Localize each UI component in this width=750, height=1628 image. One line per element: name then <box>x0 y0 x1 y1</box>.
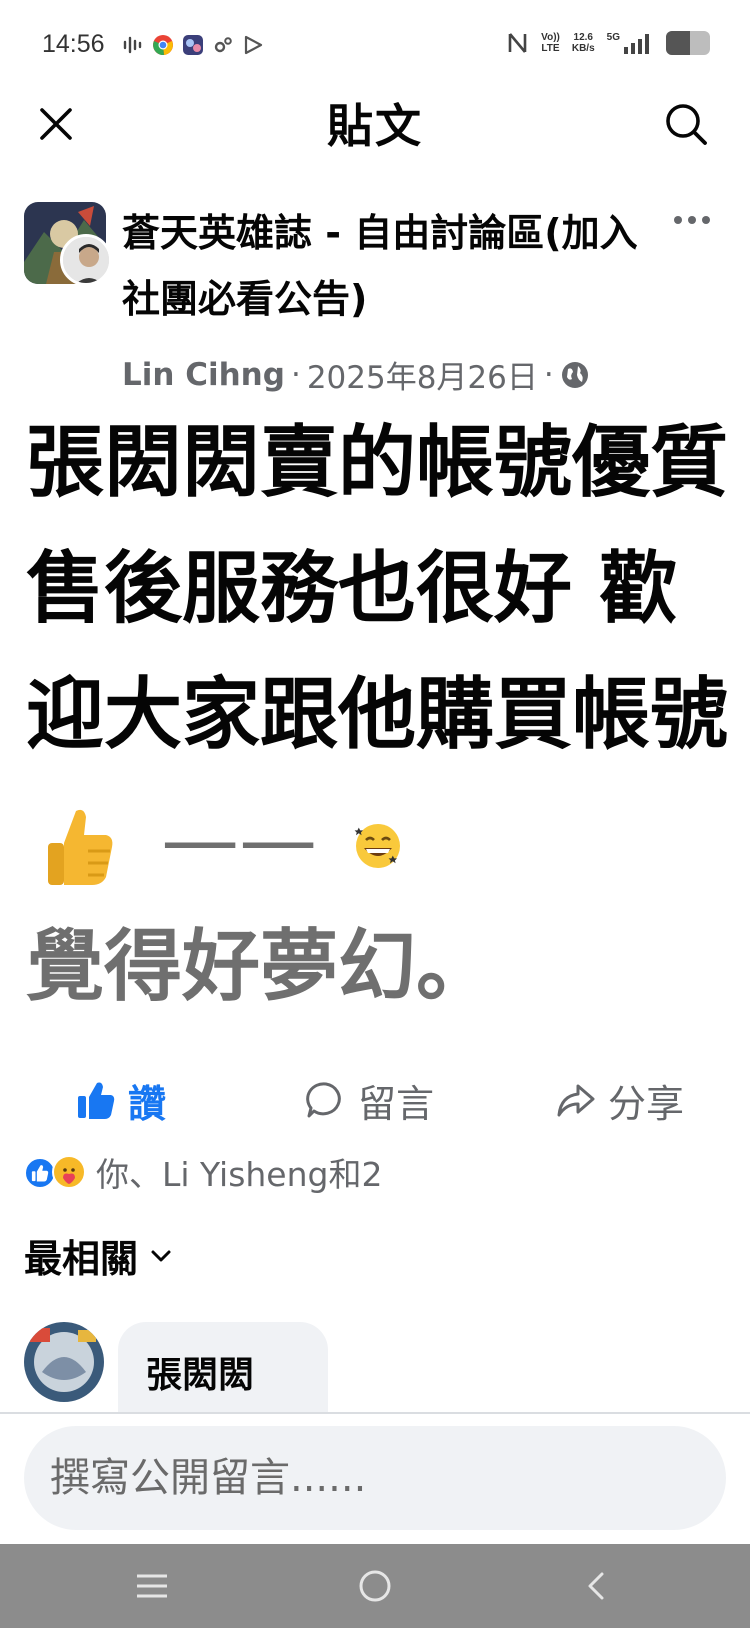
network-speed-unit: KB/s <box>571 43 595 54</box>
reaction-summary-text: 你、Li Yisheng和2 <box>96 1155 383 1194</box>
author-name-link[interactable]: Lin Cihng <box>122 357 285 393</box>
share-arrow-icon <box>557 1084 595 1117</box>
care-reaction-icon <box>52 1155 86 1189</box>
search-icon <box>666 104 707 145</box>
page-title: 貼文 <box>327 99 423 153</box>
thumbs-up-icon <box>31 1165 49 1182</box>
recent-apps-button[interactable] <box>128 1562 176 1610</box>
comment-input[interactable] <box>24 1426 726 1530</box>
comment-button[interactable]: 留言 <box>306 1066 434 1134</box>
volte-top-text: Vo)) <box>541 32 560 43</box>
care-face-icon <box>63 1168 75 1184</box>
chevron-down-icon <box>151 1250 171 1261</box>
back-button[interactable] <box>572 1562 620 1610</box>
group-name-link[interactable]: 蒼天英雄誌 - 自由討論區(加入社團必看公告) <box>122 200 642 332</box>
post-actions: 讚 留言 分享 <box>0 1066 750 1134</box>
network-speed: 12.6 KB/s <box>572 32 595 54</box>
more-dot-icon <box>688 216 696 224</box>
battery-icon <box>666 31 710 55</box>
volte-bottom-text: LTE <box>541 43 560 54</box>
status-time: 14:56 <box>42 30 105 58</box>
menu-lines-icon <box>137 1574 167 1598</box>
sort-label: 最相關 <box>24 1237 139 1281</box>
group-avatar-stack[interactable] <box>24 202 112 288</box>
voice-wave-icon <box>123 36 142 54</box>
comment-sort-dropdown[interactable]: 最相關 <box>24 1228 174 1283</box>
home-circle-icon <box>359 1570 391 1602</box>
comment-bubble-icon <box>306 1082 341 1118</box>
home-button[interactable] <box>351 1562 399 1610</box>
top-app-bar: 貼文 <box>0 82 750 168</box>
status-indicators: Vo)) LTE 12.6 KB/s 5G <box>507 30 710 56</box>
post-body-dash: —— <box>161 796 318 886</box>
more-dot-icon <box>674 216 682 224</box>
network-speed-value: 12.6 <box>573 32 593 43</box>
signal-indicator: 5G <box>607 32 654 54</box>
reaction-icons <box>24 1153 92 1191</box>
like-label: 讚 <box>128 1081 167 1126</box>
thumbs-up-icon <box>78 1082 115 1119</box>
post-meta: Lin Cihng · 2025年8月26日 · <box>122 352 590 397</box>
post-body-main: 張閎閎賣的帳號優質 售後服務也很好 歡迎大家跟他購買帳號 <box>26 418 729 760</box>
comment-bubble[interactable]: 張閎閎 <box>118 1322 328 1412</box>
comment-label: 留言 <box>358 1081 435 1126</box>
author-avatar[interactable] <box>60 234 112 286</box>
post-body-gray: 覺得好夢幻。 <box>26 922 495 1012</box>
play-store-icon <box>244 35 263 55</box>
post-text: 張閎閎賣的帳號優質 售後服務也很好 歡迎大家跟他購買帳號 —— 覺得好夢幻。 <box>26 400 736 1030</box>
commenter-avatar[interactable] <box>24 1322 104 1402</box>
settings-sync-icon <box>214 37 232 53</box>
more-dot-icon <box>702 216 710 224</box>
back-chevron-icon <box>588 1572 604 1600</box>
thumbs-up-emoji-icon <box>48 809 113 885</box>
globe-icon <box>561 361 588 388</box>
share-label: 分享 <box>608 1081 685 1126</box>
volte-indicator: Vo)) LTE <box>541 32 560 54</box>
comment-composer <box>0 1414 750 1544</box>
signal-bars-icon <box>624 34 649 54</box>
nfc-icon <box>508 33 527 53</box>
network-type: 5G <box>606 32 620 43</box>
more-options-button[interactable] <box>662 200 722 240</box>
game-app-icon <box>183 35 203 55</box>
like-button[interactable]: 讚 <box>76 1066 166 1134</box>
meta-separator: · <box>543 356 554 393</box>
post-date[interactable]: 2025年8月26日 <box>307 352 538 397</box>
notification-icons <box>122 34 264 56</box>
star-struck-laughing-emoji-icon <box>354 823 401 868</box>
share-button[interactable]: 分享 <box>556 1066 684 1134</box>
author-photo <box>63 237 109 283</box>
battery-level <box>666 31 691 55</box>
commenter-photo <box>24 1322 104 1402</box>
system-nav-bar <box>0 1544 750 1628</box>
search-button[interactable] <box>660 98 712 150</box>
commenter-name[interactable]: 張閎閎 <box>146 1346 300 1398</box>
reactions-summary[interactable]: 你、Li Yisheng和2 <box>24 1150 382 1194</box>
chrome-icon <box>153 35 173 56</box>
meta-separator: · <box>290 356 301 393</box>
